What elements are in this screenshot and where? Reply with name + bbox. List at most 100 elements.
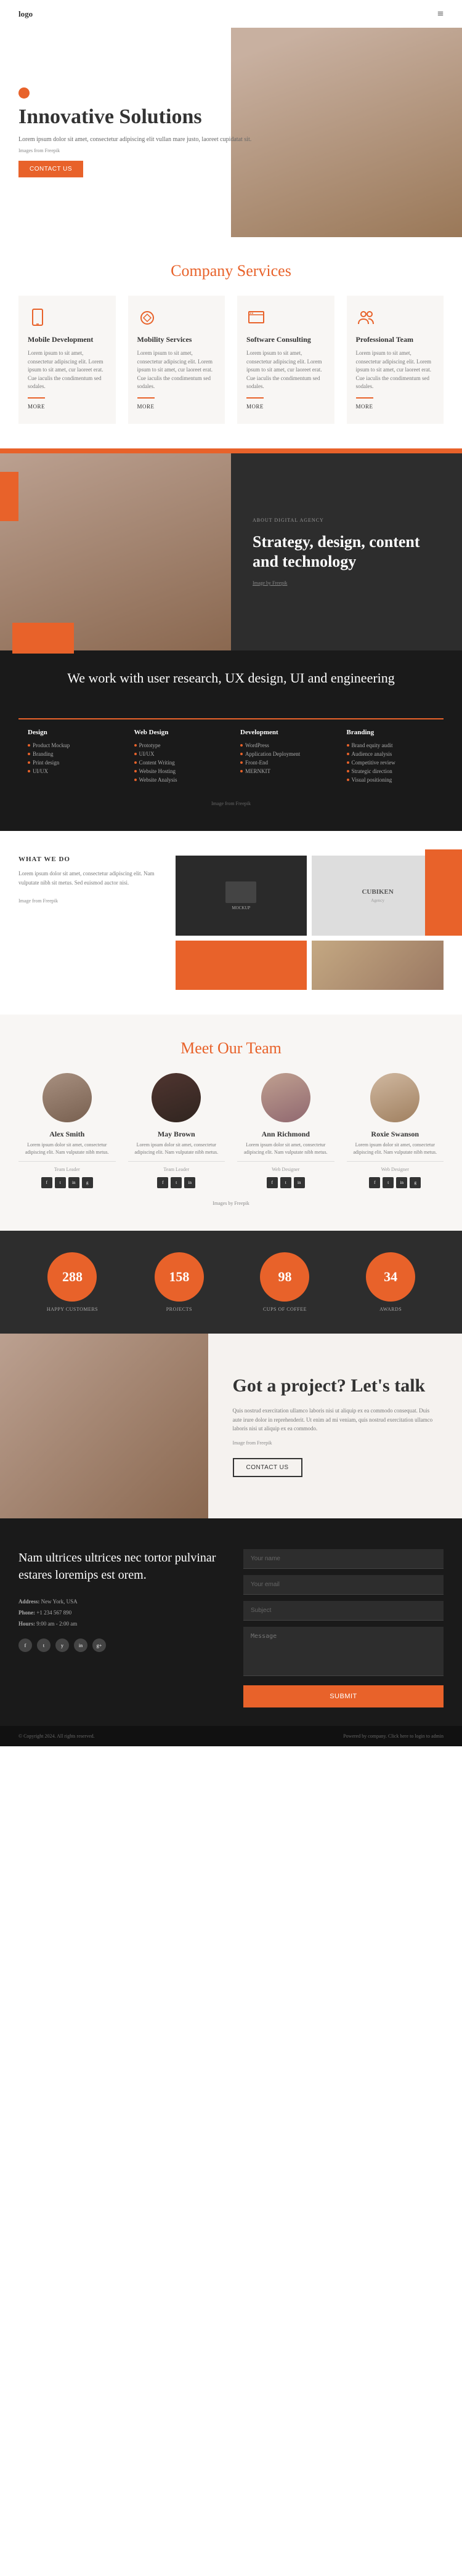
footer-name-input[interactable]	[243, 1549, 444, 1569]
bullet-dot	[240, 761, 243, 764]
twitter-icon[interactable]: t	[280, 1177, 291, 1188]
stat-awards: 34 AWARDS	[366, 1252, 415, 1312]
about-bottom-orange-square	[12, 623, 74, 654]
project-section: Got a project? Let's talk Quis nostrud e…	[0, 1334, 462, 1518]
team-name-maybrown: May Brown	[128, 1130, 225, 1139]
stat-number-coffee: 98	[278, 1270, 291, 1284]
linkedin-icon[interactable]: in	[294, 1177, 305, 1188]
linkedin-icon[interactable]: in	[68, 1177, 79, 1188]
footer-googleplus-icon[interactable]: g+	[92, 1638, 106, 1652]
about-small-orange-square	[0, 472, 18, 521]
about-layout: ABOUT DIGITAL AGENCY Strategy, design, c…	[0, 453, 462, 650]
bullet-dot	[347, 761, 349, 764]
bullet-dot	[134, 770, 137, 772]
project-desc: Quis nostrud exercitation ullamco labori…	[233, 1406, 438, 1433]
footer-message-textarea[interactable]	[243, 1627, 444, 1676]
stat-projects: 158 PROJECTS	[155, 1252, 204, 1312]
footer-youtube-icon[interactable]: y	[55, 1638, 69, 1652]
address-value: New York, USA	[41, 1598, 78, 1605]
service-desc-mobile: Lorem ipsum to sit amet, consectetur adi…	[28, 349, 107, 391]
skills-section: Design Product Mockup Branding Print des…	[0, 706, 462, 831]
hero-title: Innovative Solutions	[18, 105, 251, 129]
bullet-dot	[347, 770, 349, 772]
footer-linkedin-icon[interactable]: in	[74, 1638, 87, 1652]
skill-item: MERNKIT	[240, 768, 328, 774]
footer-left: Nam ultrices ultrices nec tortor pulvina…	[18, 1549, 219, 1707]
footer-subject-input[interactable]	[243, 1601, 444, 1621]
professional-icon	[356, 308, 376, 328]
visual-grid: MOCKUP CUBIKEN Agency	[176, 856, 444, 990]
services-section: Company Services Mobile Development Lore…	[0, 262, 462, 448]
hours-value: 9:00 am - 2:00 am	[36, 1621, 77, 1627]
stat-circle-customers: 288	[47, 1252, 97, 1302]
footer: Nam ultrices ultrices nec tortor pulvina…	[0, 1518, 462, 1726]
cubiken-image: CUBIKEN Agency	[312, 856, 444, 936]
skill-col-development: Development WordPress Application Deploy…	[231, 718, 338, 795]
about-content: ABOUT DIGITAL AGENCY Strategy, design, c…	[231, 453, 462, 650]
team-grid: Alex Smith Lorem ipsum dolor sit amet, c…	[18, 1073, 444, 1188]
mockup-dark-image: MOCKUP	[176, 856, 307, 936]
phone-label: Phone:	[18, 1610, 35, 1616]
navigation: logo ≡	[0, 0, 462, 28]
twitter-icon[interactable]: t	[383, 1177, 394, 1188]
team-desc-alexsmith: Lorem ipsum dolor sit amet, consectetur …	[18, 1141, 116, 1156]
service-name-mobility: Mobility Services	[137, 335, 216, 344]
bullet-dot	[240, 744, 243, 747]
service-card-professional: Professional Team Lorem ipsum to sit ame…	[347, 296, 444, 424]
facebook-icon[interactable]: f	[369, 1177, 380, 1188]
software-icon	[246, 308, 266, 328]
footer-twitter-icon[interactable]: t	[37, 1638, 51, 1652]
linkedin-icon[interactable]: in	[396, 1177, 407, 1188]
footer-facebook-icon[interactable]: f	[18, 1638, 32, 1652]
twitter-icon[interactable]: t	[171, 1177, 182, 1188]
skill-item: Brand equity audit	[347, 742, 435, 748]
service-more-professional[interactable]: MORE	[356, 397, 373, 410]
facebook-icon[interactable]: f	[41, 1177, 52, 1188]
whatwedo-label: WHAT WE DO	[18, 856, 163, 863]
skill-item: Competitive review	[347, 759, 435, 766]
whatwedo-desc: Lorem ipsum dolor sit amet, consectetur …	[18, 869, 163, 887]
bullet-dot	[240, 770, 243, 772]
skill-item: Branding	[28, 751, 116, 757]
bullet-dot	[28, 770, 30, 772]
project-contact-button[interactable]: CONTACT US	[233, 1458, 302, 1477]
twitter-icon[interactable]: t	[55, 1177, 66, 1188]
skill-col-branding: Branding Brand equity audit Audience ana…	[338, 718, 444, 795]
googleplus-icon[interactable]: g	[82, 1177, 93, 1188]
footer-info: Address: New York, USA Phone: +1 234 567…	[18, 1596, 219, 1629]
googleplus-icon[interactable]: g	[410, 1177, 421, 1188]
footer-email-input[interactable]	[243, 1575, 444, 1595]
service-more-mobility[interactable]: MORE	[137, 397, 155, 410]
hero-cta-button[interactable]: CONTACT US	[18, 161, 83, 177]
service-card-mobile: Mobile Development Lorem ipsum to sit am…	[18, 296, 116, 424]
service-more-software[interactable]: MORE	[246, 397, 264, 410]
skill-item: UI/UX	[28, 768, 116, 774]
hamburger-menu-icon[interactable]: ≡	[437, 7, 444, 20]
facebook-icon[interactable]: f	[157, 1177, 168, 1188]
orange-bar-top	[0, 448, 462, 453]
skill-item: UI/UX	[134, 751, 222, 757]
about-section-wrapper: ABOUT DIGITAL AGENCY Strategy, design, c…	[0, 448, 462, 650]
service-desc-professional: Lorem ipsum to sit amet, consectetur adi…	[356, 349, 435, 391]
address-label: Address:	[18, 1598, 39, 1605]
stats-section: 288 HAPPY CUSTOMERS 158 PROJECTS 98 CUPS…	[0, 1231, 462, 1334]
cubiken-logo: CUBIKEN	[362, 888, 393, 896]
bullet-dot	[28, 753, 30, 755]
hero-accent-dot	[18, 87, 30, 99]
team-social-annrichmond: f t in	[237, 1177, 334, 1188]
service-name-professional: Professional Team	[356, 335, 435, 344]
linkedin-icon[interactable]: in	[184, 1177, 195, 1188]
stat-number-projects: 158	[169, 1270, 189, 1284]
avatar-maybrown	[152, 1073, 201, 1122]
orange-right-accent	[425, 849, 462, 936]
about-credit: Image by Freepik	[253, 580, 440, 586]
bullet-dot	[347, 753, 349, 755]
skill-item: Application Deployment	[240, 751, 328, 757]
service-more-mobile[interactable]: MORE	[28, 397, 45, 410]
facebook-icon[interactable]: f	[267, 1177, 278, 1188]
about-person-image	[0, 453, 231, 650]
footer-submit-button[interactable]: SUBMIT	[243, 1685, 444, 1707]
stat-label-awards: AWARDS	[366, 1306, 415, 1312]
skills-credit: Image from Freepik	[18, 795, 444, 812]
logo[interactable]: logo	[18, 9, 33, 19]
